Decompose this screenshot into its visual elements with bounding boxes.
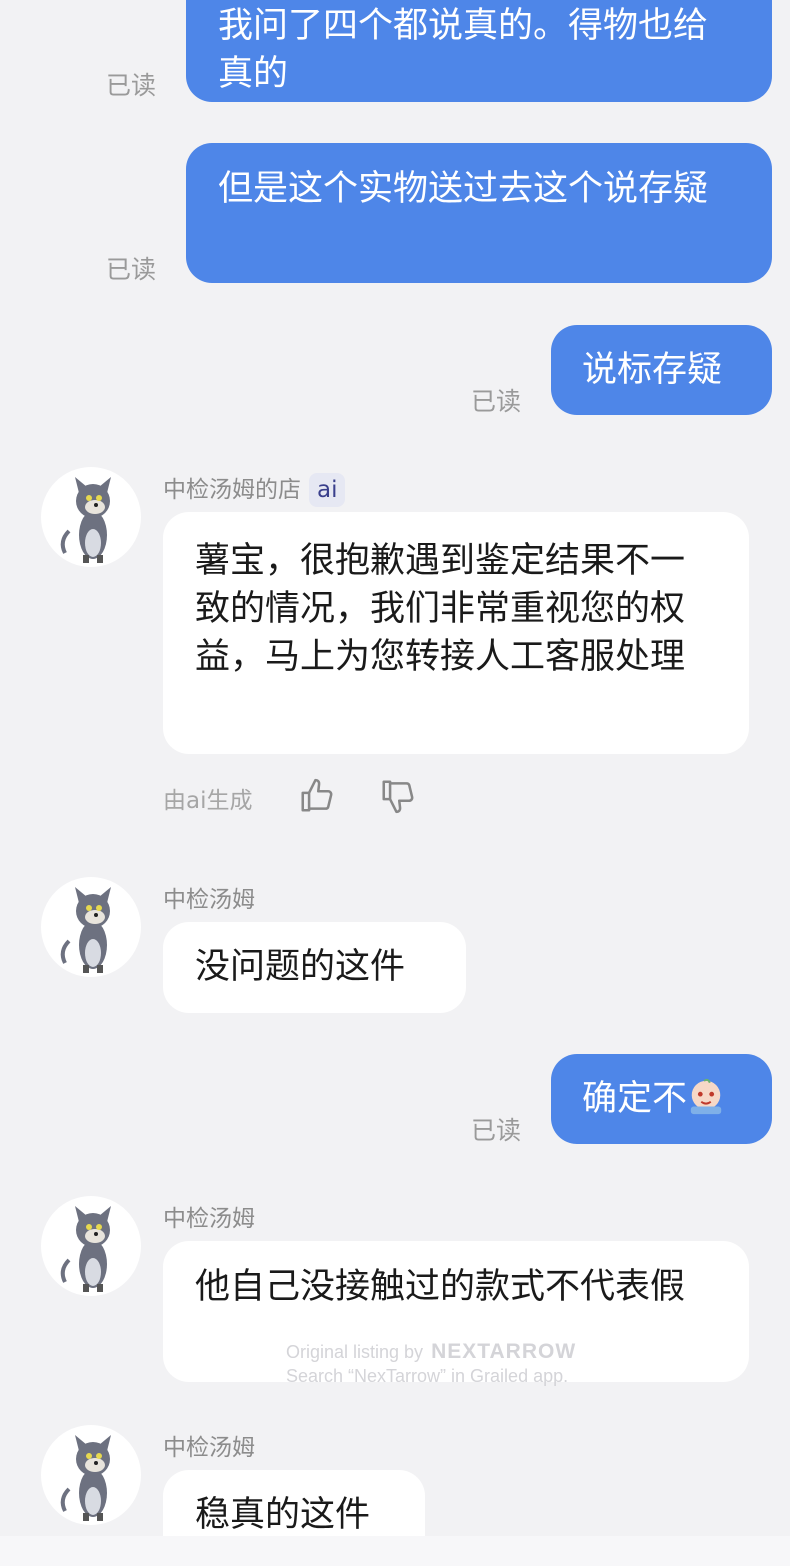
watermark-brand: NEXTARROW (431, 1340, 577, 1363)
message-text: 稳真的这件 (195, 1495, 371, 1535)
message-bubble-incoming[interactable]: 没问题的这件 (163, 922, 466, 1013)
watermark-line2: Search “NexTarrow” in Grailed app. (286, 1366, 569, 1386)
message-text: 但是这个实物送过去这个说存疑 (218, 169, 709, 209)
tom-cat-avatar (60, 887, 111, 973)
watermark-line1: Original listing by (286, 1342, 424, 1362)
read-receipt: 已读 (471, 1116, 522, 1145)
message-bubble-outgoing[interactable]: 我问了四个都说真的。得物也给真的 (186, 0, 772, 102)
message-bubble-outgoing[interactable]: 确定不 (551, 1054, 772, 1144)
message-bubble-incoming[interactable]: 薯宝，很抱歉遇到鉴定结果不一致的情况，我们非常重视您的权益，马上为您转接人工客服… (163, 512, 749, 754)
shop-avatar[interactable] (41, 877, 141, 977)
message-bubble-outgoing[interactable]: 说标存疑 (551, 325, 772, 415)
sender-name: 中检汤姆 (163, 1435, 255, 1461)
message-text: 说标存疑 (582, 350, 723, 390)
shop-avatar[interactable] (41, 1425, 141, 1525)
message-text: 确定不 (582, 1079, 688, 1119)
crying-face-emoji (690, 1078, 722, 1115)
thumbs-up-icon[interactable] (298, 777, 336, 815)
read-receipt: 已读 (106, 71, 157, 100)
tom-cat-avatar (60, 477, 111, 563)
tom-cat-avatar (60, 1206, 111, 1292)
sender-name: 中检汤姆 (163, 1206, 255, 1232)
bottom-edge (0, 1536, 790, 1566)
ai-generated-note: 由ai生成 (163, 788, 253, 814)
shop-avatar[interactable] (41, 1196, 141, 1296)
ai-tag: ai (309, 473, 346, 507)
tom-cat-avatar (60, 1435, 111, 1521)
read-receipt: 已读 (471, 387, 522, 416)
message-text: 没问题的这件 (195, 947, 406, 987)
chat-thread[interactable]: 我问了四个都说真的。得物也给真的 已读 但是这个实物送过去这个说存疑 已读 说标… (0, 0, 790, 1566)
read-receipt: 已读 (106, 255, 157, 284)
sender-name-text: 中检汤姆的店 (163, 477, 301, 503)
sender-name: 中检汤姆的店 ai (163, 470, 346, 507)
message-text: 我问了四个都说真的。得物也给真的 (218, 6, 709, 94)
message-text: 他自己没接触过的款式不代表假 (195, 1267, 686, 1307)
thumbs-down-icon[interactable] (379, 777, 417, 815)
message-text: 薯宝，很抱歉遇到鉴定结果不一致的情况，我们非常重视您的权益，马上为您转接人工客服… (195, 541, 686, 677)
shop-avatar[interactable] (41, 467, 141, 567)
sender-name: 中检汤姆 (163, 887, 255, 913)
message-bubble-outgoing[interactable]: 但是这个实物送过去这个说存疑 (186, 143, 772, 283)
watermark: Original listing by NEXTARROW Search “Nex… (286, 1340, 576, 1388)
